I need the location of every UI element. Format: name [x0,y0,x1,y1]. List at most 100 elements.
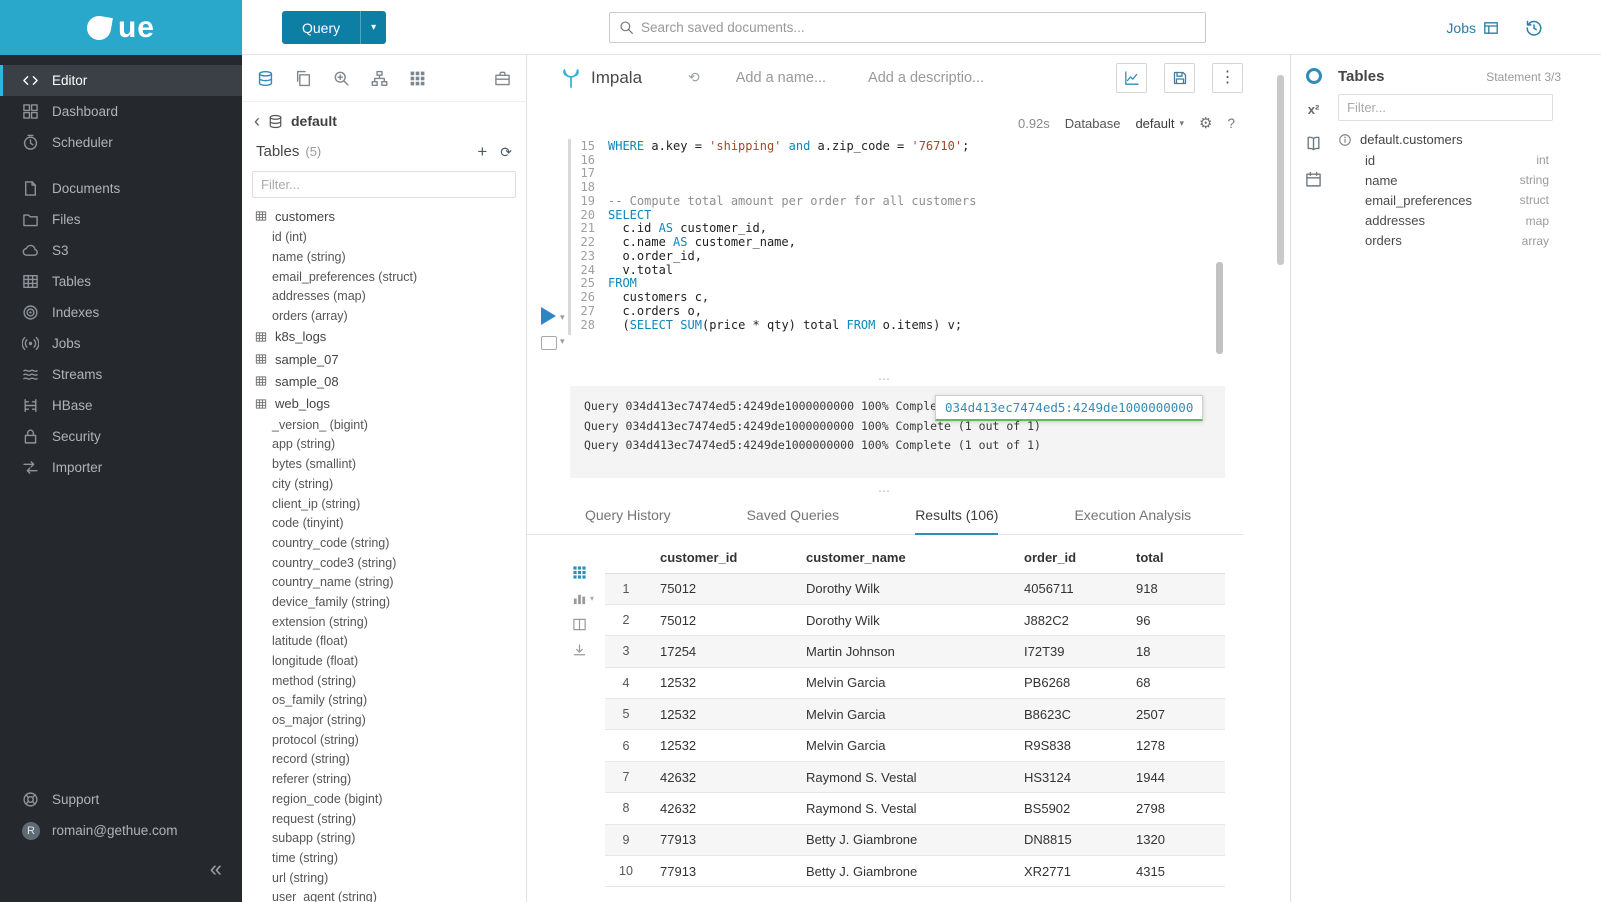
result-row[interactable]: 977913Betty J. GiambroneDN88151320 [605,824,1225,855]
ra-column-orders[interactable]: ordersarray [1338,231,1589,251]
tree-column[interactable]: orders (array) [242,306,526,326]
sidebar-item-files[interactable]: Files [0,204,242,235]
tree-column[interactable]: id (int) [242,227,526,247]
global-search[interactable] [609,12,1206,43]
sidebar-item-streams[interactable]: Streams [0,359,242,390]
chart-view-caret-icon[interactable]: ▾ [590,594,594,603]
code-line-26[interactable]: 26 customers c, [573,290,1220,304]
result-row[interactable]: 842632Raymond S. VestalBS59022798 [605,793,1225,824]
sidebar-collapse-icon[interactable]: « [210,858,222,880]
tree-table-k8s_logs[interactable]: k8s_logs [242,326,526,348]
code-line-17[interactable]: 17 [573,167,1220,181]
code-line-23[interactable]: 23 o.order_id, [573,249,1220,263]
active-table-name[interactable]: default.customers [1360,132,1463,147]
tree-column[interactable]: referer (string) [242,769,526,789]
editor-scrollbar[interactable] [1216,262,1223,354]
tab-results-106[interactable]: Results (106) [915,507,998,535]
active-table-row[interactable]: default.customers [1338,132,1589,147]
query-dropdown-caret-icon[interactable]: ▾ [360,11,386,44]
splitter-handle-2[interactable]: ⋯ [527,485,1243,497]
tree-column[interactable]: method (string) [242,671,526,691]
tree-column[interactable]: bytes (smallint) [242,454,526,474]
documents-assist-icon[interactable] [295,70,312,87]
tree-column[interactable]: request (string) [242,809,526,829]
tree-column[interactable]: code (tinyint) [242,513,526,533]
tree-column[interactable]: client_ip (string) [242,494,526,514]
save-button[interactable] [1164,63,1195,93]
ra-column-addresses[interactable]: addressesmap [1338,211,1589,231]
code-line-16[interactable]: 16 [573,153,1220,167]
chart-view-icon[interactable] [572,591,587,606]
database-assist-icon[interactable] [257,70,274,87]
tree-column[interactable]: region_code (bigint) [242,789,526,809]
main-scrollbar[interactable] [1277,75,1284,265]
refresh-tables-icon[interactable]: ⟳ [500,145,512,159]
code-area[interactable]: 15WHERE a.key = 'shipping' and a.zip_cod… [573,139,1220,332]
col-header-order_id[interactable]: order_id [1011,543,1123,573]
tree-column[interactable]: device_family (string) [242,592,526,612]
tree-column[interactable]: record (string) [242,750,526,770]
ra-column-email_preferences[interactable]: email_preferencesstruct [1338,190,1589,210]
sidebar-item-support[interactable]: Support [0,784,242,815]
tree-table-customers[interactable]: customers [242,205,526,227]
result-row[interactable]: 317254Martin JohnsonI72T3918 [605,636,1225,667]
grid-view-icon[interactable] [572,565,587,580]
result-row[interactable]: 512532Melvin GarciaB8623C2507 [605,699,1225,730]
functions-icon[interactable]: x² [1308,103,1320,116]
download-icon[interactable] [572,643,587,658]
database-name[interactable]: default [291,113,337,129]
code-line-27[interactable]: 27 c.orders o, [573,304,1220,318]
sidebar-item-indexes[interactable]: Indexes [0,297,242,328]
table-filter-input[interactable] [252,171,516,198]
col-header-customer_id[interactable]: customer_id [647,543,793,573]
schedule-icon[interactable] [1305,171,1322,188]
zoom-in-icon[interactable] [333,70,350,87]
execute-button[interactable] [541,307,556,325]
editor-assistant-icon[interactable] [1306,68,1322,84]
jobs-link[interactable]: Jobs [1446,20,1499,36]
tree-table-sample_08[interactable]: sample_08 [242,370,526,392]
tree-column[interactable]: name (string) [242,247,526,267]
tree-column[interactable]: _version_ (bigint) [242,415,526,435]
sidebar-item-scheduler[interactable]: Scheduler [0,127,242,158]
query-description-field[interactable]: Add a descriptio... [868,70,984,86]
briefcase-icon[interactable] [494,70,511,87]
code-line-20[interactable]: 20SELECT [573,208,1220,222]
tree-table-sample_07[interactable]: sample_07 [242,348,526,370]
sidebar-item-dashboard[interactable]: Dashboard [0,96,242,127]
tree-column[interactable]: extension (string) [242,612,526,632]
tab-query-history[interactable]: Query History [585,507,671,535]
tree-column[interactable]: user_agent (string) [242,887,526,902]
tree-column[interactable]: longitude (float) [242,651,526,671]
result-row[interactable]: 1077913Betty J. GiambroneXR27714315 [605,856,1225,887]
sidebar-item-hbase[interactable]: HBase [0,390,242,421]
session-refresh-icon[interactable]: ⟲ [688,69,700,86]
result-row[interactable]: 412532Melvin GarciaPB626868 [605,667,1225,698]
limit-toggle[interactable] [541,336,557,350]
history-icon[interactable] [1525,19,1543,37]
sidebar-item-user[interactable]: Rromain@gethue.com [0,815,242,846]
hue-logo[interactable]: ue [0,0,242,55]
limit-caret-icon[interactable]: ▾ [560,336,565,347]
tab-saved-queries[interactable]: Saved Queries [747,507,840,535]
sidebar-item-importer[interactable]: Importer [0,452,242,483]
help-icon[interactable]: ? [1227,116,1235,131]
sidebar-item-documents[interactable]: Documents [0,173,242,204]
apps-grid-icon[interactable] [409,70,426,87]
add-table-icon[interactable]: + [477,143,487,160]
database-selector[interactable]: default ▾ [1135,116,1184,131]
execute-options-caret-icon[interactable]: ▾ [560,312,565,323]
tree-column[interactable]: email_preferences (struct) [242,267,526,287]
col-header-total[interactable]: total [1123,543,1225,573]
ra-column-id[interactable]: idint [1338,150,1589,170]
tree-column[interactable]: latitude (float) [242,631,526,651]
code-line-19[interactable]: 19-- Compute total amount per order for … [573,194,1220,208]
tree-column[interactable]: url (string) [242,868,526,888]
sitemap-icon[interactable] [371,70,388,87]
more-actions-button[interactable]: ⋮ [1212,63,1243,93]
splitter-handle[interactable]: ⋯ [527,373,1243,385]
tree-column[interactable]: app (string) [242,435,526,455]
tree-column[interactable]: time (string) [242,848,526,868]
tree-column[interactable]: country_code3 (string) [242,553,526,573]
back-chevron-icon[interactable]: ‹ [254,112,260,130]
